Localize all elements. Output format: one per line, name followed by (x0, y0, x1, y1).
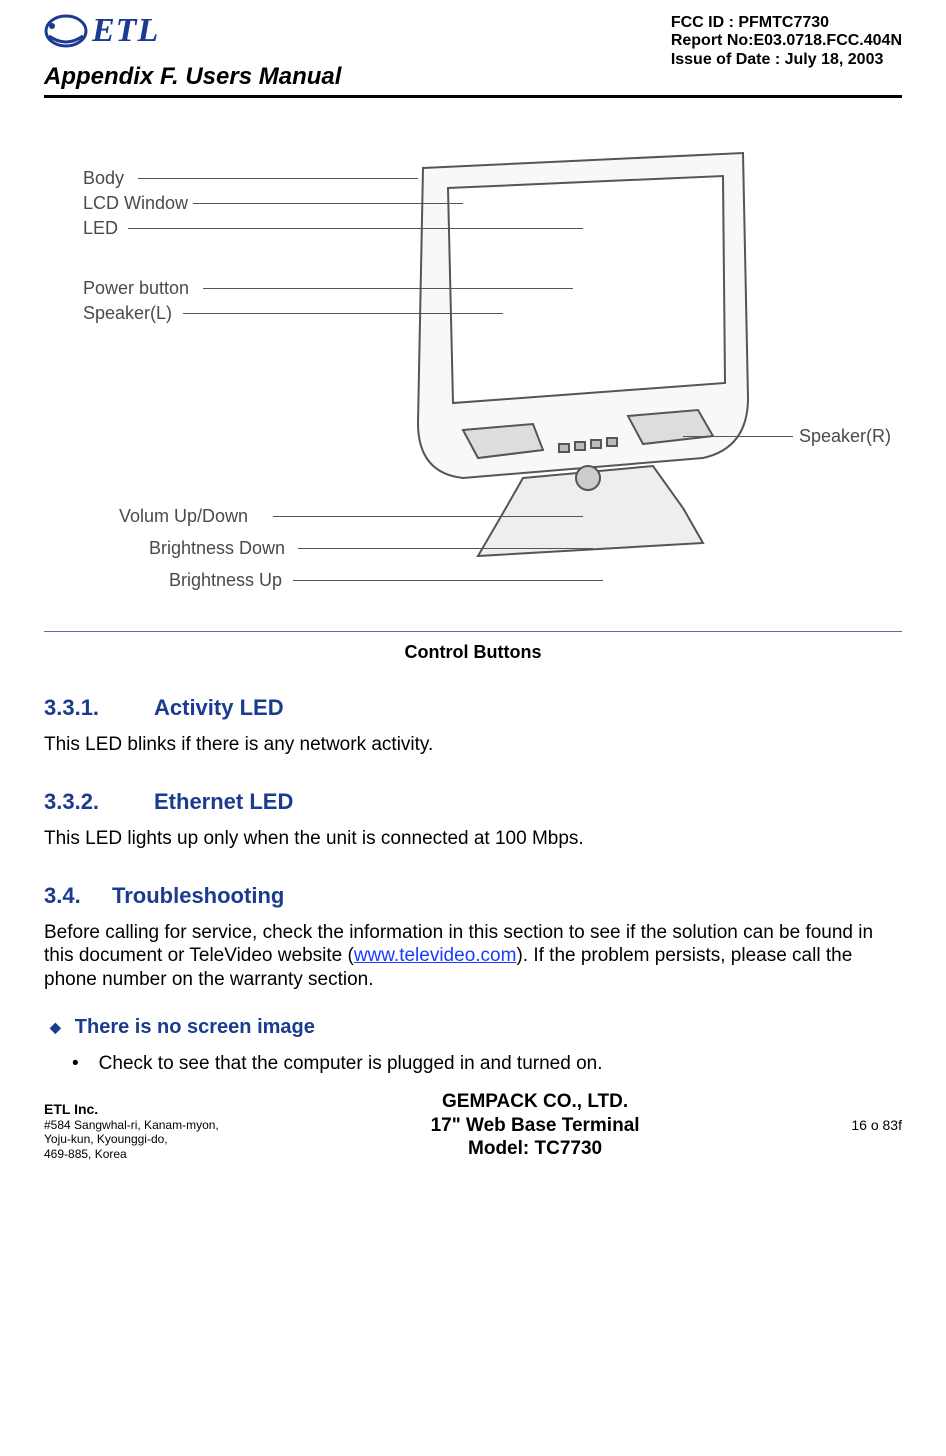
page-footer: ETL Inc. #584 Sangwhal-ri, Kanam-myon, Y… (44, 1089, 902, 1161)
diamond-bullet-no-screen: ◆ There is no screen image (50, 1016, 902, 1039)
heading-number: 3.4. (44, 883, 112, 909)
callout-bright-up: Brightness Up (169, 570, 282, 591)
paragraph-3-3-2: This LED lights up only when the unit is… (44, 827, 902, 851)
header-meta: FCC ID : PFMTC7730 Report No:E03.0718.FC… (671, 14, 902, 69)
callout-speaker-r: Speaker(R) (799, 426, 891, 447)
issue-date: Issue of Date : July 18, 2003 (671, 51, 902, 69)
heading-text: Troubleshooting (112, 883, 284, 908)
logo: ETL (44, 12, 159, 50)
heading-number: 3.3.1. (44, 695, 154, 721)
footer-addr1: #584 Sangwhal-ri, Kanam-myon, (44, 1118, 219, 1132)
figure-caption: Control Buttons (44, 642, 902, 663)
footer-center3: Model: TC7730 (431, 1137, 640, 1161)
callout-power-button: Power button (83, 278, 189, 299)
diamond-text: There is no screen image (75, 1016, 315, 1039)
footer-center1: GEMPACK CO., LTD. (431, 1090, 640, 1114)
bullet-icon: • (72, 1053, 79, 1075)
diamond-icon: ◆ (50, 1019, 61, 1036)
report-no: Report No:E03.0718.FCC.404N (671, 32, 902, 50)
footer-page-number: 16 o 83f (851, 1117, 902, 1161)
paragraph-3-4: Before calling for service, check the in… (44, 921, 902, 992)
control-buttons-figure: Body LCD Window LED Power button Speaker… (44, 138, 902, 613)
figure-rule (44, 631, 902, 632)
callout-lcd-window: LCD Window (83, 193, 188, 214)
logo-text: ETL (92, 12, 159, 50)
televideo-link[interactable]: www.televideo.com (354, 945, 517, 966)
heading-3-3-1: 3.3.1.Activity LED (44, 695, 902, 721)
etl-logo-icon (44, 13, 88, 49)
heading-text: Ethernet LED (154, 789, 293, 814)
footer-center: GEMPACK CO., LTD. 17" Web Base Terminal … (431, 1090, 640, 1161)
callout-speaker-l: Speaker(L) (83, 303, 172, 324)
callout-body: Body (83, 168, 124, 189)
heading-3-3-2: 3.3.2.Ethernet LED (44, 789, 902, 815)
footer-addr3: 469-885, Korea (44, 1147, 219, 1161)
heading-3-4: 3.4.Troubleshooting (44, 883, 902, 909)
bullet-text: Check to see that the computer is plugge… (99, 1053, 603, 1075)
monitor-illustration (383, 148, 783, 578)
footer-company: ETL Inc. (44, 1101, 219, 1118)
heading-number: 3.3.2. (44, 789, 154, 815)
callout-led: LED (83, 218, 118, 239)
heading-text: Activity LED (154, 695, 284, 720)
fcc-id: FCC ID : PFMTC7730 (671, 14, 902, 32)
footer-left: ETL Inc. #584 Sangwhal-ri, Kanam-myon, Y… (44, 1101, 219, 1161)
bullet-check-plugged: • Check to see that the computer is plug… (72, 1053, 902, 1075)
paragraph-3-3-1: This LED blinks if there is any network … (44, 733, 902, 757)
callout-volume: Volum Up/Down (119, 506, 248, 527)
title-rule (44, 95, 902, 98)
footer-center2: 17" Web Base Terminal (431, 1114, 640, 1138)
footer-addr2: Yoju-kun, Kyounggi-do, (44, 1132, 219, 1146)
callout-bright-down: Brightness Down (149, 538, 285, 559)
